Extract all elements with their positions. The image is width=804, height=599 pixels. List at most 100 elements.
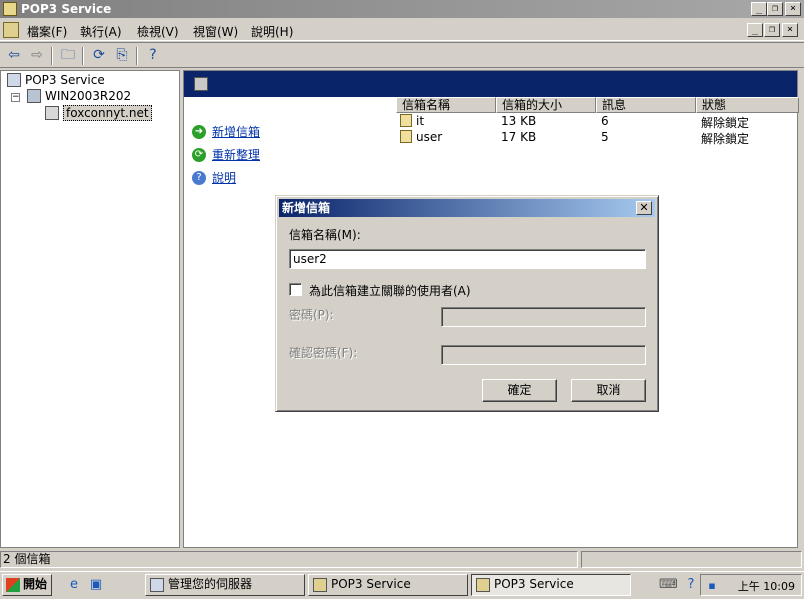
console-tree: POP3 Service − WIN2003R202 foxconnyt.net	[0, 70, 180, 548]
mailbox-name-label: 信箱名稱(M):	[289, 228, 361, 242]
statusbar: 2 個信箱	[0, 550, 804, 570]
child-minimize-button[interactable]: _	[747, 23, 763, 37]
start-button[interactable]: 開始	[2, 574, 52, 596]
start-label: 開始	[23, 577, 48, 591]
create-user-label[interactable]: 為此信箱建立關聯的使用者(A)	[309, 282, 471, 299]
create-user-checkbox[interactable]	[289, 283, 302, 296]
help-icon[interactable]: ?	[143, 46, 163, 66]
confirm-password-label: 確認密碼(F):	[289, 346, 358, 360]
password-input[interactable]	[441, 307, 646, 327]
back-arrow-icon[interactable]: ⇦	[4, 46, 24, 66]
taskbar-button-manage-server[interactable]: 管理您的伺服器	[145, 574, 305, 596]
taskbar: 開始 e ▣ 管理您的伺服器 POP3 Service POP3 Service…	[0, 571, 804, 599]
confirm-password-input[interactable]	[441, 345, 646, 365]
refresh-icon[interactable]: ⟳	[89, 46, 109, 66]
taskbar-button-pop3-2[interactable]: POP3 Service	[471, 574, 631, 596]
password-label: 密碼(P):	[289, 308, 334, 322]
column-status[interactable]: 狀態	[696, 97, 799, 113]
pop3-taskbar-icon	[313, 578, 327, 592]
tree-root[interactable]: POP3 Service	[7, 73, 105, 87]
mailbox-icon	[400, 130, 412, 143]
tree-server-label: WIN2003R202	[45, 89, 132, 103]
tree-server[interactable]: WIN2003R202	[27, 89, 131, 103]
task-help-label[interactable]: 說明	[212, 169, 236, 186]
task-refresh[interactable]: ⟳ 重新整理	[192, 146, 260, 163]
clock[interactable]: 上午 10:09	[738, 578, 795, 594]
minimize-button[interactable]: _	[751, 2, 767, 16]
menu-window[interactable]: 視窗(W)	[193, 23, 238, 40]
up-folder-icon[interactable]: 🗀	[58, 46, 78, 66]
export-list-icon[interactable]: ⎘	[112, 46, 132, 66]
restore-button[interactable]: ❐	[767, 2, 783, 16]
mailbox-list: 信箱名稱 信箱的大小 訊息 狀態 it 13 KB 6 解除鎖定 user 17…	[396, 97, 799, 146]
toolbar-separator	[82, 47, 84, 65]
column-mailbox-size[interactable]: 信箱的大小	[496, 97, 596, 113]
toolbar-separator	[51, 47, 53, 65]
child-restore-button[interactable]: ❐	[764, 23, 780, 37]
forward-arrow-icon[interactable]: ⇨	[27, 46, 47, 66]
menu-view[interactable]: 檢視(V)	[137, 23, 179, 40]
add-mailbox-dialog: 新增信箱 ✕ 信箱名稱(M): 為此信箱建立關聯的使用者(A) 密碼(P): 確…	[275, 195, 659, 412]
column-messages[interactable]: 訊息	[596, 97, 696, 113]
tree-root-label: POP3 Service	[25, 73, 105, 87]
window-titlebar[interactable]: POP3 Service _ ❐ ×	[0, 0, 804, 18]
pop3-service-icon	[7, 73, 21, 87]
network-connection-icon[interactable]: ▪	[705, 579, 719, 593]
table-row[interactable]: it 13 KB 6 解除鎖定	[396, 113, 799, 130]
taskbar-button-label: POP3 Service	[331, 577, 411, 591]
windows-logo-icon	[6, 578, 20, 592]
mailbox-messages: 6	[601, 114, 609, 128]
internet-explorer-icon[interactable]: e	[66, 577, 82, 593]
task-add-mailbox-label[interactable]: 新增信箱	[212, 123, 260, 140]
mailbox-messages: 5	[601, 130, 609, 144]
help-tray-icon[interactable]: ?	[683, 577, 699, 593]
status-panel	[581, 551, 802, 568]
status-text: 2 個信箱	[0, 551, 578, 568]
dialog-title: 新增信箱	[282, 201, 331, 215]
content-header	[184, 71, 797, 97]
list-header: 信箱名稱 信箱的大小 訊息 狀態	[396, 97, 799, 113]
dialog-titlebar[interactable]: 新增信箱 ✕	[279, 199, 655, 217]
tree-domain[interactable]: foxconnyt.net	[45, 105, 152, 121]
task-add-mailbox[interactable]: ➜ 新增信箱	[192, 123, 260, 140]
menubar: 檔案(F) 執行(A) 檢視(V) 視窗(W) 說明(H) _ ❐ ×	[0, 19, 804, 41]
tree-domain-label: foxconnyt.net	[63, 105, 152, 121]
mailbox-size: 13 KB	[501, 114, 537, 128]
taskbar-button-label: POP3 Service	[494, 577, 574, 591]
server-icon	[27, 89, 41, 103]
add-icon: ➜	[192, 124, 206, 139]
domain-header-icon	[194, 77, 208, 91]
menu-help[interactable]: 說明(H)	[251, 23, 293, 40]
column-mailbox-name[interactable]: 信箱名稱	[396, 97, 496, 113]
help-task-icon: ?	[192, 170, 206, 185]
cancel-button[interactable]: 取消	[571, 379, 646, 402]
task-refresh-label[interactable]: 重新整理	[212, 146, 260, 163]
manage-server-icon	[150, 578, 164, 592]
refresh-task-icon: ⟳	[192, 147, 206, 162]
window-title: POP3 Service	[21, 2, 112, 16]
mailbox-icon	[400, 114, 412, 127]
mailbox-status: 解除鎖定	[701, 132, 750, 146]
taskbar-button-pop3-1[interactable]: POP3 Service	[308, 574, 468, 596]
network-icon[interactable]: ⌨	[659, 577, 678, 593]
menu-action[interactable]: 執行(A)	[80, 23, 122, 40]
mmc-icon	[3, 2, 17, 16]
pop3-taskbar-icon	[476, 578, 490, 592]
mailbox-name-input[interactable]	[289, 249, 646, 269]
menu-file[interactable]: 檔案(F)	[27, 23, 67, 40]
mailbox-name: user	[416, 130, 443, 144]
console-icon[interactable]	[3, 22, 19, 38]
child-close-button[interactable]: ×	[782, 23, 798, 37]
task-help[interactable]: ? 說明	[192, 169, 236, 186]
dialog-close-button[interactable]: ✕	[636, 201, 652, 215]
show-desktop-icon[interactable]: ▣	[88, 577, 104, 593]
close-button[interactable]: ×	[785, 2, 801, 16]
ok-button[interactable]: 確定	[482, 379, 557, 402]
mailbox-name: it	[416, 114, 425, 128]
mailbox-size: 17 KB	[501, 130, 537, 144]
table-row[interactable]: user 17 KB 5 解除鎖定	[396, 129, 799, 146]
toolbar: ⇦ ⇨ 🗀 ⟳ ⎘ ?	[0, 42, 804, 68]
collapse-toggle-icon[interactable]: −	[11, 93, 20, 102]
taskbar-button-label: 管理您的伺服器	[168, 577, 253, 591]
toolbar-separator	[136, 47, 138, 65]
